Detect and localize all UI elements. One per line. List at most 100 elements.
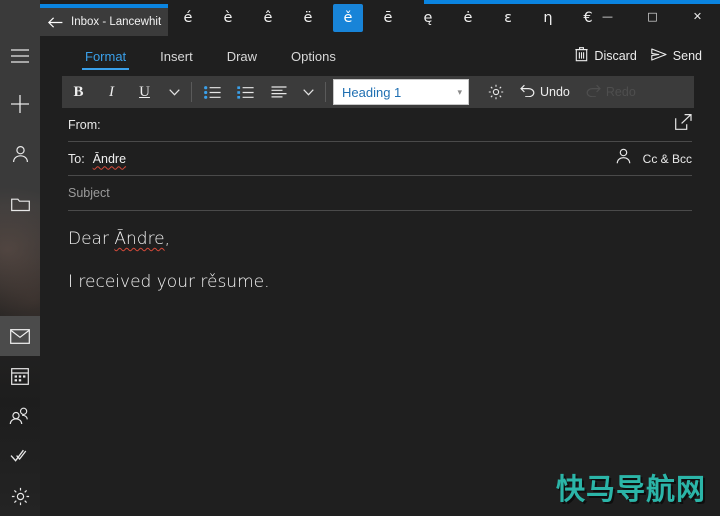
char-option-2[interactable]: ê [248,0,288,36]
align-button[interactable] [262,76,295,108]
paragraph-style-value: Heading 1 [342,85,401,100]
people-icon[interactable] [0,396,40,436]
numbered-list-button[interactable] [229,76,262,108]
person-picker-icon[interactable] [616,148,631,169]
tab-options[interactable]: Options [274,36,353,76]
char-option-3[interactable]: ë [288,0,328,36]
pop-out-icon-glyph [675,114,692,130]
compose-area: From: To: Āndre [40,108,720,516]
gear-icon-glyph [11,487,30,506]
bullet-list-button[interactable] [196,76,229,108]
italic-label: I [109,84,114,101]
menu-icon[interactable] [0,36,40,76]
chevron-down-icon [169,89,180,96]
send-icon [651,48,667,64]
tab-insert[interactable]: Insert [143,36,210,76]
calendar-icon-glyph [11,367,29,385]
maximize-button[interactable]: □ [630,0,675,32]
back-arrow-icon[interactable] [48,17,63,28]
char-option-6[interactable]: ę [408,0,448,36]
undo-icon [520,84,535,100]
window-controls: — □ ✕ [585,0,720,32]
tasks-icon[interactable] [0,436,40,476]
tab-options-label: Options [291,49,336,64]
from-label: From: [68,118,101,132]
folder-icon-glyph [11,196,30,212]
menu-icon-glyph [11,49,29,63]
cc-bcc-button[interactable]: Cc & Bcc [643,152,692,166]
char-glyph-3: ë [288,3,328,33]
undo-button[interactable]: Undo [512,76,578,108]
trash-icon [575,47,588,65]
redo-icon [586,84,601,100]
close-icon: ✕ [693,11,702,22]
underline-button[interactable]: U [128,76,161,108]
window-tab-inbox[interactable]: Inbox - Lancewhit [40,4,168,36]
styles-button[interactable] [479,76,512,108]
body-line-0-misspelled: Āndre [114,229,164,249]
paragraph-more-button[interactable] [295,76,321,108]
bold-button[interactable]: B [62,76,95,108]
tab-format[interactable]: Format [68,36,143,76]
check-icon-glyph [10,448,30,464]
ribbon-bar: Format Insert Draw Options Discard [40,36,720,76]
ribbon-actions: Discard Send [575,36,702,76]
char-glyph-4: ě [333,4,363,32]
char-glyph-6: ę [408,3,448,33]
site-watermark: 快马导航网 [556,466,706,508]
ribbon-tabs: Format Insert Draw Options [68,36,353,76]
back-arrow-glyph [48,17,63,28]
mail-icon[interactable] [0,316,40,356]
italic-button[interactable]: I [95,76,128,108]
underline-label: U [139,84,150,101]
message-body[interactable]: Dear Āndre, I received your rěsume. [68,227,692,294]
window-tab-label: Inbox - Lancewhit [71,16,161,28]
char-glyph-7: ė [448,3,488,33]
subject-field-row[interactable]: Subject [68,176,692,211]
from-row-actions [675,114,692,135]
left-nav-rail [0,0,40,516]
to-field-row[interactable]: To: Āndre Cc & Bcc [68,142,692,176]
send-label: Send [673,49,702,63]
discard-button[interactable]: Discard [575,47,636,65]
subject-placeholder: Subject [68,186,110,200]
to-label: To: [68,152,85,166]
char-option-0[interactable]: é [168,0,208,36]
char-glyph-9: η [528,3,568,33]
paragraph-style-dropdown[interactable]: Heading 1 ▾ [333,79,469,105]
people-icon-glyph [9,407,31,425]
gear-icon[interactable] [0,476,40,516]
calendar-icon[interactable] [0,356,40,396]
character-picker: é è ê ë ě ē ę ė ε η € [168,0,608,36]
new-mail-icon[interactable] [0,84,40,124]
char-option-1[interactable]: è [208,0,248,36]
person-icon-glyph [12,145,29,163]
folder-icon[interactable] [0,184,40,224]
char-option-7[interactable]: ė [448,0,488,36]
char-glyph-1: è [208,3,248,33]
pop-out-icon[interactable] [675,114,692,135]
send-icon-glyph [651,48,667,61]
chevron-down-icon: ▾ [457,87,462,98]
plus-icon-glyph [11,95,29,113]
char-option-4-selected[interactable]: ě [328,0,368,36]
tab-strip: Inbox - Lancewhit [40,0,168,36]
font-more-button[interactable] [161,76,187,108]
redo-label: Redo [606,85,636,99]
from-field-row[interactable]: From: [68,108,692,142]
send-button[interactable]: Send [651,48,702,64]
redo-icon-glyph [586,84,601,97]
rail-top-group [0,36,40,224]
char-glyph-2: ê [248,3,288,33]
bold-label: B [73,84,83,101]
tab-draw[interactable]: Draw [210,36,274,76]
minimize-button[interactable]: — [585,0,630,32]
char-option-8[interactable]: ε [488,0,528,36]
mail-icon-glyph [10,329,30,344]
char-option-9[interactable]: η [528,0,568,36]
trash-icon-glyph [575,47,588,62]
close-button[interactable]: ✕ [675,0,720,32]
tab-format-label: Format [85,49,126,64]
char-option-5[interactable]: ē [368,0,408,36]
person-icon[interactable] [0,134,40,174]
